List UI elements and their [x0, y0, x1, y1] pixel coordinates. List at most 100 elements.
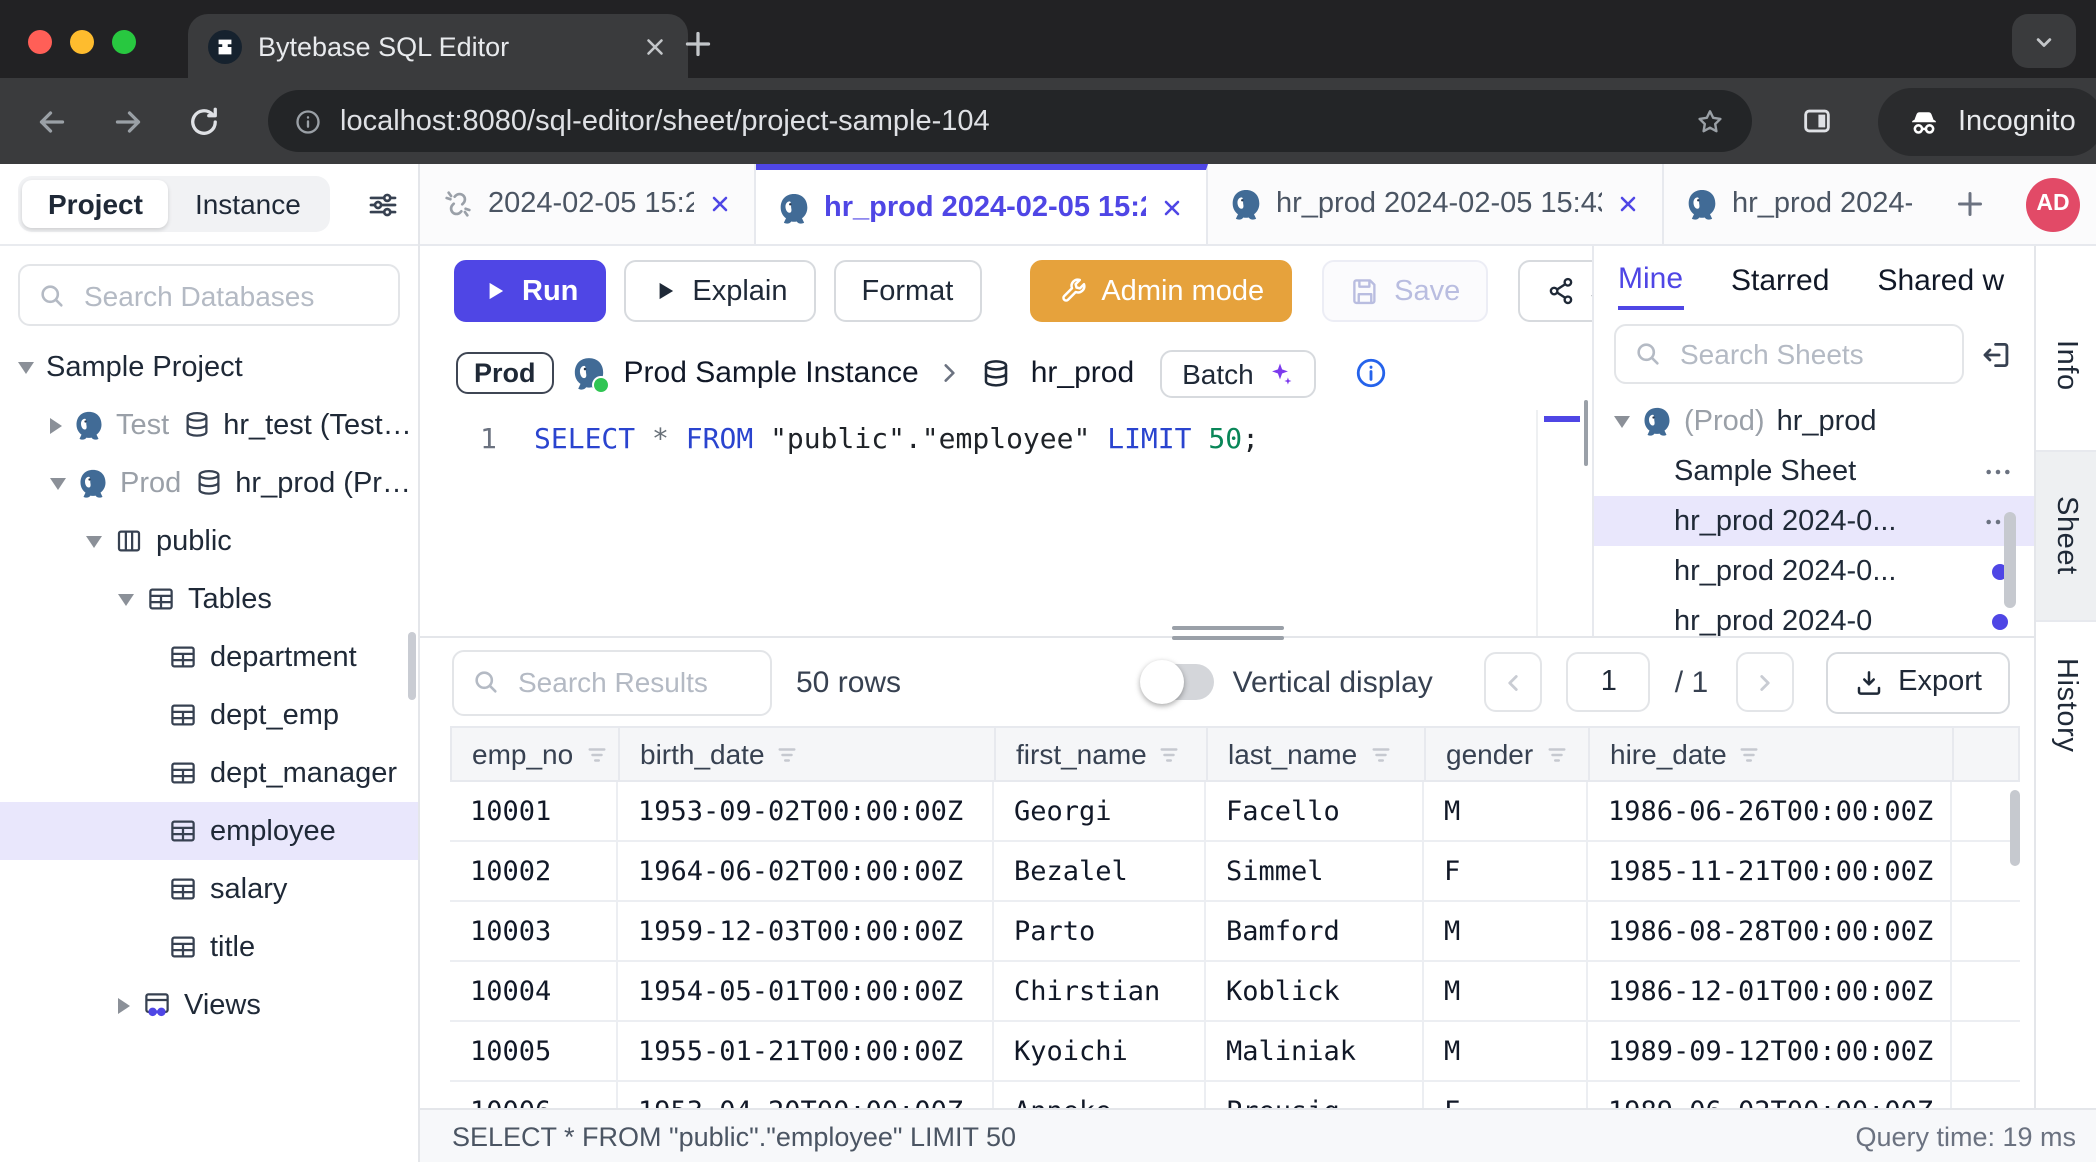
- caret-right-icon[interactable]: [50, 417, 62, 433]
- filter-settings-icon[interactable]: [366, 187, 400, 221]
- tree-table-salary[interactable]: salary: [0, 860, 418, 918]
- caret-down-icon[interactable]: [118, 593, 134, 605]
- info-icon[interactable]: [1354, 356, 1388, 390]
- sheet-tab-1[interactable]: 2024-02-05 15:22: [420, 164, 756, 244]
- close-window-button[interactable]: [28, 30, 52, 54]
- cell: 1986-06-26T00:00:00Z: [1588, 782, 1952, 840]
- column-header[interactable]: emp_no: [452, 728, 620, 780]
- url-text: localhost:8080/sql-editor/sheet/project-…: [340, 105, 1676, 137]
- caret-down-icon[interactable]: [1614, 415, 1630, 427]
- new-tab-icon[interactable]: [680, 26, 716, 62]
- tree-tables-group[interactable]: Tables: [0, 570, 418, 628]
- tree-table-title[interactable]: title: [0, 918, 418, 976]
- tree-table-department[interactable]: department: [0, 628, 418, 686]
- batch-button[interactable]: Batch: [1160, 349, 1316, 397]
- collapse-panel-icon[interactable]: [1980, 337, 2014, 371]
- sheet-tab-2-active[interactable]: hr_prod 2024-02-05 15:23: [756, 164, 1208, 244]
- database-search[interactable]: [18, 264, 400, 326]
- sort-icon[interactable]: [1739, 743, 1761, 765]
- reload-icon[interactable]: [186, 103, 222, 139]
- table-scrollbar[interactable]: [2010, 790, 2020, 866]
- page-number-input[interactable]: [1567, 652, 1651, 712]
- results-search-input[interactable]: [514, 664, 752, 700]
- side-panel-icon[interactable]: [1800, 104, 1834, 138]
- zoom-window-button[interactable]: [112, 30, 136, 54]
- sheets-scrollbar[interactable]: [2004, 512, 2016, 608]
- format-button[interactable]: Format: [834, 260, 982, 322]
- vertical-display-toggle[interactable]: [1143, 662, 1215, 702]
- sheet-item[interactable]: Sample Sheet: [1594, 446, 2034, 496]
- sort-icon[interactable]: [1369, 743, 1391, 765]
- site-info-icon[interactable]: [294, 107, 322, 135]
- sort-icon[interactable]: [1545, 743, 1567, 765]
- close-sheet-icon[interactable]: [1160, 195, 1184, 219]
- column-header[interactable]: last_name: [1208, 728, 1426, 780]
- column-header[interactable]: gender: [1426, 728, 1590, 780]
- tab-instance[interactable]: Instance: [169, 180, 327, 228]
- sheet-menu-icon[interactable]: [1982, 455, 2014, 487]
- tree-project-row[interactable]: Sample Project: [0, 338, 418, 396]
- horizontal-drag-handle-icon[interactable]: [1171, 626, 1283, 640]
- sheet-item-selected[interactable]: hr_prod 2024-0...: [1594, 496, 2034, 546]
- sort-icon[interactable]: [585, 743, 607, 765]
- tab-search-chevron-icon[interactable]: [2012, 14, 2076, 68]
- tree-table-dept-manager[interactable]: dept_manager: [0, 744, 418, 802]
- sheet-tab-4[interactable]: hr_prod 2024-0: [1664, 164, 1934, 244]
- prev-page-button[interactable]: [1485, 652, 1543, 712]
- sql-editor[interactable]: 1 SELECT * FROM "public"."employee" LIMI…: [420, 410, 1592, 636]
- tree-db-hr-test[interactable]: Test hr_test (Test…: [0, 396, 418, 454]
- database-search-input[interactable]: [80, 277, 380, 313]
- close-sheet-icon[interactable]: [708, 192, 732, 216]
- back-icon[interactable]: [34, 103, 70, 139]
- export-button[interactable]: Export: [1826, 651, 2010, 713]
- browser-tab[interactable]: Bytebase SQL Editor: [188, 14, 688, 78]
- tree-table-dept-emp[interactable]: dept_emp: [0, 686, 418, 744]
- database-name[interactable]: hr_prod: [1031, 356, 1134, 390]
- tab-shared[interactable]: Shared w: [1877, 263, 2004, 307]
- forward-icon[interactable]: [110, 103, 146, 139]
- close-sheet-icon[interactable]: [1616, 192, 1640, 216]
- sidebar-scrollbar[interactable]: [408, 632, 416, 700]
- sort-icon[interactable]: [777, 743, 799, 765]
- address-bar[interactable]: localhost:8080/sql-editor/sheet/project-…: [268, 90, 1752, 152]
- sheet-item[interactable]: hr_prod 2024-0: [1594, 596, 2034, 636]
- explain-button[interactable]: Explain: [624, 260, 815, 322]
- next-page-button[interactable]: [1736, 652, 1794, 712]
- tree-views-group[interactable]: Views: [0, 976, 418, 1034]
- save-button[interactable]: Save: [1322, 260, 1488, 322]
- tab-history[interactable]: History: [2036, 622, 2096, 790]
- column-header[interactable]: hire_date: [1590, 728, 1954, 780]
- instance-name[interactable]: Prod Sample Instance: [624, 356, 919, 390]
- sheets-search-input[interactable]: [1676, 336, 1944, 372]
- sheets-search[interactable]: [1614, 324, 1964, 384]
- sheet-item[interactable]: hr_prod 2024-0...: [1594, 546, 2034, 596]
- tab-info[interactable]: Info: [2036, 282, 2096, 450]
- cell: 1986-08-28T00:00:00Z: [1588, 902, 1952, 960]
- new-sheet-icon[interactable]: [1952, 186, 1988, 222]
- minimize-window-button[interactable]: [70, 30, 94, 54]
- results-search[interactable]: [452, 649, 772, 715]
- bookmark-star-icon[interactable]: [1694, 105, 1726, 137]
- admin-mode-button[interactable]: Admin mode: [1029, 260, 1292, 322]
- tab-sheet[interactable]: Sheet: [2036, 450, 2096, 622]
- tab-starred[interactable]: Starred: [1731, 263, 1829, 307]
- run-button[interactable]: Run: [454, 260, 606, 322]
- tree-db-hr-prod[interactable]: Prod hr_prod (Pr…: [0, 454, 418, 512]
- sheet-tab-3[interactable]: hr_prod 2024-02-05 15:43: [1208, 164, 1664, 244]
- column-header[interactable]: first_name: [996, 728, 1208, 780]
- close-tab-icon[interactable]: [642, 33, 668, 59]
- tab-project[interactable]: Project: [22, 180, 169, 228]
- tree-table-employee-selected[interactable]: employee: [0, 802, 418, 860]
- database-icon: [181, 410, 211, 440]
- caret-down-icon[interactable]: [50, 477, 66, 489]
- sheet-item-label: hr_prod 2024-0: [1674, 605, 1980, 636]
- user-avatar[interactable]: AD: [2026, 177, 2080, 231]
- caret-down-icon[interactable]: [86, 535, 102, 547]
- column-header[interactable]: birth_date: [620, 728, 996, 780]
- tree-schema-public[interactable]: public: [0, 512, 418, 570]
- sort-icon[interactable]: [1159, 743, 1181, 765]
- caret-right-icon[interactable]: [118, 997, 130, 1013]
- sheets-group-row[interactable]: (Prod) hr_prod: [1594, 396, 2034, 446]
- tab-mine[interactable]: Mine: [1618, 261, 1683, 309]
- caret-down-icon[interactable]: [18, 361, 34, 373]
